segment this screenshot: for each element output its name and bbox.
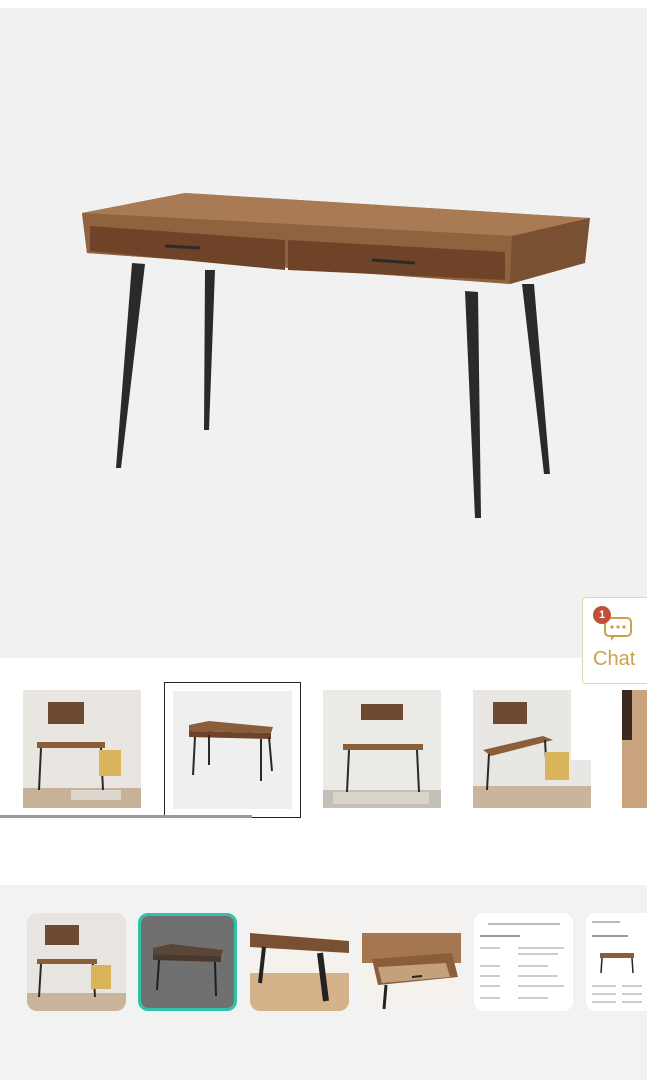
gallery-item-desk-dark-active[interactable] <box>138 913 237 1011</box>
gallery-item-dimensions-sheet[interactable] <box>586 913 647 1011</box>
thumbnail-room-scene-2[interactable] <box>323 690 441 808</box>
thumbnail-room-scene-1[interactable] <box>23 690 141 808</box>
thumbnail-scroll-indicator[interactable] <box>0 815 252 818</box>
thumbnail-room-scene-3[interactable] <box>473 690 591 808</box>
chat-widget[interactable]: 1 Chat <box>582 597 647 684</box>
gallery-row <box>0 885 647 1080</box>
gallery-item-spec-sheet[interactable] <box>474 913 573 1011</box>
gallery-item-leg-detail[interactable] <box>250 913 349 1011</box>
thumbnail-strip <box>0 672 647 822</box>
thumbnail-desk-studio-selected[interactable] <box>164 682 301 818</box>
chat-label: Chat <box>593 648 636 670</box>
gallery-item-room-scene[interactable] <box>27 913 126 1011</box>
chat-notification-badge: 1 <box>593 606 611 624</box>
thumbnail-partial-5[interactable] <box>622 690 647 808</box>
main-product-image[interactable] <box>0 8 647 658</box>
gallery-item-drawer-open[interactable] <box>362 913 461 1011</box>
